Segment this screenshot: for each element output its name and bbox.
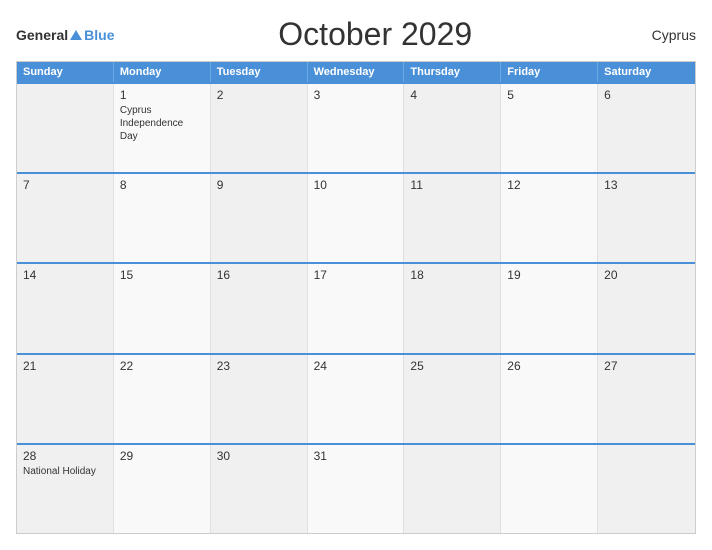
table-row: 30: [211, 445, 308, 533]
table-row: 16: [211, 264, 308, 352]
table-row: 29: [114, 445, 211, 533]
day-number: 25: [410, 359, 494, 373]
table-row: 12: [501, 174, 598, 262]
table-row: [404, 445, 501, 533]
table-row: 7: [17, 174, 114, 262]
table-row: 22: [114, 355, 211, 443]
table-row: 3: [308, 84, 405, 172]
day-number: 26: [507, 359, 591, 373]
header-monday: Monday: [114, 62, 211, 82]
logo: General Blue: [16, 27, 114, 43]
day-number: 16: [217, 268, 301, 282]
calendar-week-4: 28 National Holiday 29 30 31: [17, 443, 695, 533]
table-row: 20: [598, 264, 695, 352]
calendar-week-0: 1 Cyprus Independence Day 23456: [17, 82, 695, 172]
day-number: 10: [314, 178, 398, 192]
day-number: 15: [120, 268, 204, 282]
logo-general: General: [16, 27, 68, 43]
table-row: 27: [598, 355, 695, 443]
day-number: 4: [410, 88, 494, 102]
day-number: 13: [604, 178, 689, 192]
table-row: 14: [17, 264, 114, 352]
table-row: 23: [211, 355, 308, 443]
table-row: 11: [404, 174, 501, 262]
table-row: 21: [17, 355, 114, 443]
day-number: 27: [604, 359, 689, 373]
day-number: 20: [604, 268, 689, 282]
header-sunday: Sunday: [17, 62, 114, 82]
table-row: 24: [308, 355, 405, 443]
holiday-label: National Holiday: [23, 466, 96, 477]
day-number: 17: [314, 268, 398, 282]
table-row: 9: [211, 174, 308, 262]
header-saturday: Saturday: [598, 62, 695, 82]
day-number: 2: [217, 88, 301, 102]
day-number: 6: [604, 88, 689, 102]
calendar-title: October 2029: [114, 16, 636, 53]
page-header: General Blue October 2029 Cyprus: [16, 16, 696, 53]
table-row: [598, 445, 695, 533]
table-row: 18: [404, 264, 501, 352]
table-row: 8: [114, 174, 211, 262]
table-row: 17: [308, 264, 405, 352]
day-number: 8: [120, 178, 204, 192]
calendar-body: 1Cyprus Independence Day2345678910111213…: [17, 82, 695, 533]
table-row: [501, 445, 598, 533]
day-number: 11: [410, 178, 494, 192]
day-number: 7: [23, 178, 107, 192]
table-row: 13: [598, 174, 695, 262]
header-thursday: Thursday: [404, 62, 501, 82]
header-tuesday: Tuesday: [211, 62, 308, 82]
calendar-week-1: 789 10 11 12 13: [17, 172, 695, 262]
table-row: 25: [404, 355, 501, 443]
table-row: 31: [308, 445, 405, 533]
calendar-week-3: 21 22 23 24 25 26 27: [17, 353, 695, 443]
day-number: 30: [217, 449, 301, 463]
country-label: Cyprus: [636, 27, 696, 43]
day-number: 22: [120, 359, 204, 373]
table-row: 26: [501, 355, 598, 443]
day-number: 31: [314, 449, 398, 463]
table-row: [17, 84, 114, 172]
calendar: Sunday Monday Tuesday Wednesday Thursday…: [16, 61, 696, 534]
day-number: 23: [217, 359, 301, 373]
day-number: 21: [23, 359, 107, 373]
logo-triangle-icon: [70, 30, 82, 40]
table-row: 15: [114, 264, 211, 352]
day-number: 12: [507, 178, 591, 192]
holiday-label: Cyprus Independence Day: [120, 105, 183, 142]
day-number: 28: [23, 449, 107, 463]
day-number: 24: [314, 359, 398, 373]
table-row: 4: [404, 84, 501, 172]
table-row: 10: [308, 174, 405, 262]
day-number: 29: [120, 449, 204, 463]
day-number: 19: [507, 268, 591, 282]
calendar-header: Sunday Monday Tuesday Wednesday Thursday…: [17, 62, 695, 82]
table-row: 5: [501, 84, 598, 172]
logo-blue: Blue: [84, 27, 114, 43]
header-wednesday: Wednesday: [308, 62, 405, 82]
day-number: 9: [217, 178, 301, 192]
day-number: 1: [120, 88, 204, 102]
table-row: 19: [501, 264, 598, 352]
day-number: 3: [314, 88, 398, 102]
table-row: 2: [211, 84, 308, 172]
day-number: 18: [410, 268, 494, 282]
table-row: 6: [598, 84, 695, 172]
calendar-week-2: 14 15 16 17 18 19 20: [17, 262, 695, 352]
day-number: 14: [23, 268, 107, 282]
header-friday: Friday: [501, 62, 598, 82]
table-row: 1 Cyprus Independence Day: [114, 84, 211, 172]
day-number: 5: [507, 88, 591, 102]
table-row: 28 National Holiday: [17, 445, 114, 533]
